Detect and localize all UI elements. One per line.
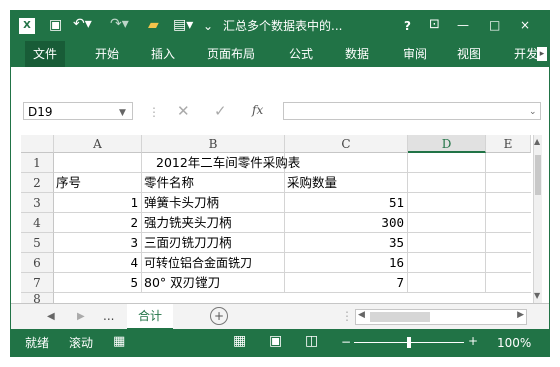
name-box[interactable]: D19	[23, 102, 133, 120]
cell-a4[interactable]: 2	[54, 213, 142, 233]
scroll-down-icon[interactable]: ▼	[534, 291, 540, 300]
cell-c6[interactable]: 16	[285, 253, 408, 273]
cell-b3[interactable]: 弹簧卡头刀柄	[142, 193, 285, 213]
row-header-1[interactable]: 1	[21, 153, 54, 173]
sheet-tab-bar: ◀ ▶ ... 合计 + ⋮ ◀ ▶	[11, 303, 549, 330]
redo-icon[interactable]: ↷▾	[110, 17, 129, 31]
save-icon[interactable]: ▣	[49, 18, 62, 32]
tab-file[interactable]: 文件	[25, 41, 66, 67]
cell-b5[interactable]: 三面刃铣刀刀柄	[142, 233, 285, 253]
cancel-icon[interactable]: ✕	[177, 104, 190, 119]
page-break-view-icon[interactable]: ◫	[305, 334, 318, 348]
minimize-button[interactable]: —	[457, 18, 469, 32]
column-header-d[interactable]: D	[408, 135, 486, 153]
macro-record-icon[interactable]: ▦	[113, 335, 125, 349]
undo-icon[interactable]: ↶▾	[73, 17, 92, 31]
horizontal-scrollbar[interactable]: ◀ ▶	[355, 309, 527, 325]
tab-splitter-icon[interactable]: ⋮	[341, 309, 353, 323]
maximize-button[interactable]: □	[489, 18, 500, 32]
ribbon-tabs: 文件 开始 插入 页面布局 公式 数据 审阅 视图 开发 ▸	[11, 41, 549, 67]
next-sheet-icon[interactable]: ▶	[77, 310, 85, 324]
open-folder-icon[interactable]: ▰	[148, 18, 159, 32]
cell-c2[interactable]: 采购数量	[285, 173, 408, 193]
cell-c1[interactable]	[285, 153, 408, 173]
ribbon-display-icon[interactable]: ⊡	[429, 18, 440, 32]
help-button[interactable]: ?	[404, 19, 411, 33]
insert-function-icon[interactable]: fx	[252, 103, 263, 117]
cell-b2[interactable]: 零件名称	[142, 173, 285, 193]
scroll-right-icon[interactable]: ▶	[517, 310, 524, 320]
cell-c4[interactable]: 300	[285, 213, 408, 233]
select-all-corner[interactable]	[21, 135, 54, 153]
column-header-e[interactable]: E	[486, 135, 531, 153]
close-button[interactable]: ×	[520, 18, 530, 32]
tab-insert[interactable]: 插入	[151, 41, 175, 67]
add-sheet-button[interactable]: +	[210, 307, 228, 325]
cell-b4[interactable]: 强力铣夹头刀柄	[142, 213, 285, 233]
expand-formula-icon[interactable]: ⌄	[529, 105, 537, 119]
zoom-level[interactable]: 100%	[497, 336, 531, 350]
cell-a7[interactable]: 5	[54, 273, 142, 293]
excel-icon: X	[19, 18, 35, 34]
title-bar: X ▣ ↶▾ ↷▾ ▰ ▤▾ ⌄ 汇总多个数据表中的... ? ⊡ — □ ×	[11, 11, 549, 41]
cell-a5[interactable]: 3	[54, 233, 142, 253]
customize-toolbar-icon[interactable]: ⌄	[203, 19, 213, 33]
name-box-dropdown-icon[interactable]: ▼	[119, 106, 126, 120]
column-header-b[interactable]: B	[142, 135, 285, 153]
cell-a6[interactable]: 4	[54, 253, 142, 273]
tab-review[interactable]: 审阅	[403, 41, 427, 67]
row-header-7[interactable]: 7	[21, 273, 54, 293]
worksheet-grid: A B C D E 1 2 3 4 5 6 7 8 2012年二车间零件采购表 …	[21, 135, 542, 305]
page-layout-view-icon[interactable]: ▣	[269, 334, 282, 348]
tab-view[interactable]: 视图	[457, 41, 481, 67]
cell-b6[interactable]: 可转位铝合金面铣刀	[142, 253, 285, 273]
excel-window: X ▣ ↶▾ ↷▾ ▰ ▤▾ ⌄ 汇总多个数据表中的... ? ⊡ — □ × …	[10, 10, 550, 357]
row-header-4[interactable]: 4	[21, 213, 54, 233]
cell-c5[interactable]: 35	[285, 233, 408, 253]
window-title: 汇总多个数据表中的...	[223, 19, 343, 33]
scroll-up-icon[interactable]: ▲	[534, 137, 540, 146]
quick-access-icon[interactable]: ▤▾	[173, 18, 193, 32]
h-scroll-thumb[interactable]	[370, 312, 430, 322]
row-header-6[interactable]: 6	[21, 253, 54, 273]
cell-a1[interactable]	[54, 153, 142, 173]
more-sheets-button[interactable]: ...	[103, 309, 114, 323]
zoom-in-icon[interactable]: +	[468, 334, 478, 348]
formula-bar: D19 ▼ ⋮ ✕ ✓ fx ⌄	[11, 97, 549, 125]
ribbon-scroll-right-icon[interactable]: ▸	[537, 47, 547, 61]
enter-icon[interactable]: ✓	[214, 104, 227, 119]
sheet-tab-total[interactable]: 合计	[127, 304, 173, 330]
vertical-scrollbar[interactable]: ▲ ▼	[533, 135, 542, 303]
drag-handle-icon[interactable]: ⋮	[148, 105, 160, 119]
row-header-2[interactable]: 2	[21, 173, 54, 193]
cell-c3[interactable]: 51	[285, 193, 408, 213]
formula-input[interactable]	[283, 102, 541, 120]
tab-home[interactable]: 开始	[95, 41, 119, 67]
tab-page-layout[interactable]: 页面布局	[207, 41, 255, 67]
normal-view-icon[interactable]: ▦	[233, 334, 246, 348]
scroll-thumb[interactable]	[535, 155, 541, 195]
tab-formulas[interactable]: 公式	[289, 41, 313, 67]
column-header-c[interactable]: C	[285, 135, 408, 153]
prev-sheet-icon[interactable]: ◀	[47, 310, 55, 324]
row-header-3[interactable]: 3	[21, 193, 54, 213]
row-header-5[interactable]: 5	[21, 233, 54, 253]
status-bar: 就绪 滚动 ▦ ▦ ▣ ◫ − + 100%	[11, 329, 549, 356]
column-header-a[interactable]: A	[54, 135, 142, 153]
cell-c7[interactable]: 7	[285, 273, 408, 293]
cell-a2[interactable]: 序号	[54, 173, 142, 193]
cell-b1-title[interactable]: 2012年二车间零件采购表	[142, 153, 300, 173]
empty-cells-de[interactable]	[408, 153, 531, 293]
zoom-out-icon[interactable]: −	[341, 335, 351, 349]
zoom-slider-thumb[interactable]	[407, 337, 411, 348]
status-scroll-lock: 滚动	[69, 336, 94, 350]
cell-b7[interactable]: 80° 双刃镗刀	[142, 273, 285, 293]
status-ready: 就绪	[25, 336, 50, 350]
tab-data[interactable]: 数据	[345, 41, 369, 67]
cell-a3[interactable]: 1	[54, 193, 142, 213]
scroll-left-icon[interactable]: ◀	[358, 310, 365, 320]
